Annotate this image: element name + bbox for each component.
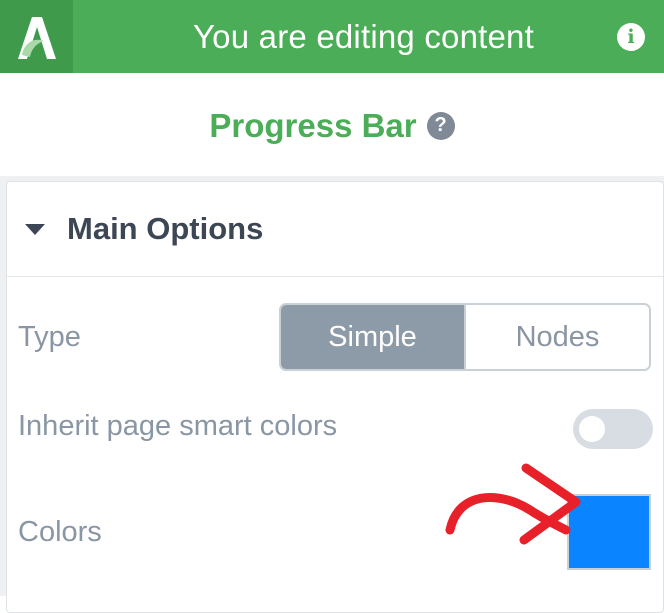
colors-label: Colors	[18, 516, 102, 548]
logo-icon-graphic	[17, 16, 56, 59]
page-title: Progress Bar	[209, 106, 417, 144]
inherit-colors-label: Inherit page smart colors	[18, 410, 338, 442]
info-icon[interactable]: i	[617, 23, 645, 51]
editing-status-title: You are editing content	[193, 17, 534, 55]
question-icon[interactable]: ?	[426, 111, 455, 140]
toggle-knob	[579, 416, 605, 442]
type-segmented-control[interactable]: Simple Nodes	[279, 303, 651, 371]
inherit-colors-toggle[interactable]	[573, 409, 653, 449]
type-label: Type	[18, 321, 81, 353]
module-heading: Progress Bar ?	[0, 73, 664, 178]
color-swatch[interactable]	[567, 494, 651, 570]
caret-down-icon[interactable]	[25, 223, 45, 235]
section-header-main-options[interactable]: Main Options	[7, 182, 663, 277]
type-option-nodes[interactable]: Nodes	[464, 305, 649, 369]
logo-icon[interactable]	[0, 0, 73, 73]
red-arrow-icon	[445, 463, 581, 545]
editor-topbar: You are editing content i	[0, 0, 664, 73]
section-title: Main Options	[67, 211, 264, 246]
type-option-simple[interactable]: Simple	[281, 305, 464, 369]
